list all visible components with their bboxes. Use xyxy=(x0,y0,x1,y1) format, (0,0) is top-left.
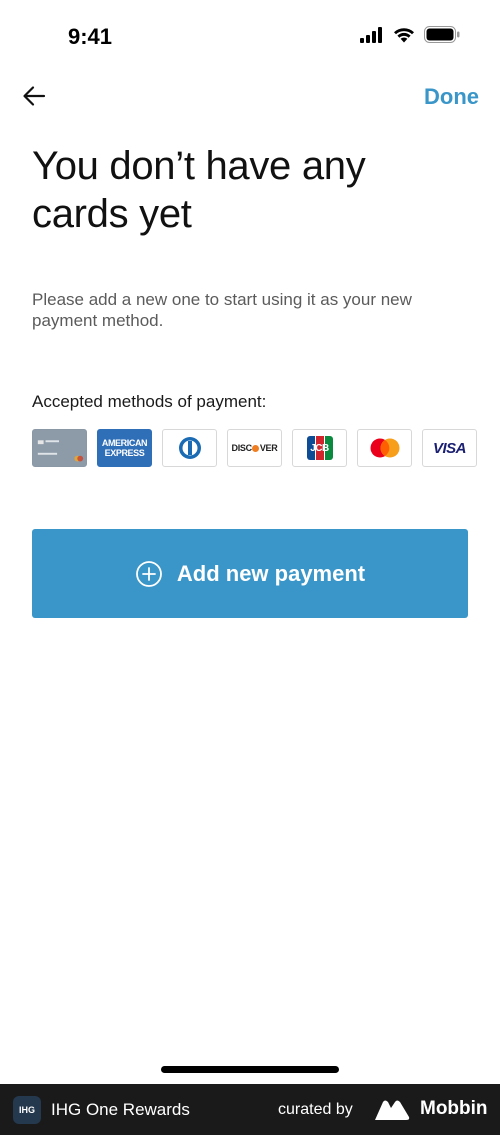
mobbin-logo-icon xyxy=(375,1100,410,1120)
discover-logo: DISC VER xyxy=(227,429,282,467)
status-icons xyxy=(360,26,460,43)
status-time: 9:41 xyxy=(68,24,113,49)
ihg-card-logo xyxy=(32,429,87,467)
visa-text: VISA xyxy=(432,439,467,457)
amex-text-line2: EXPRESS xyxy=(104,448,145,458)
plus-circle-icon xyxy=(135,560,162,587)
amex-logo: AMERICAN EXPRESS xyxy=(97,429,152,467)
wifi-icon xyxy=(394,27,414,42)
visa-logo: VISA xyxy=(422,429,477,467)
payment-methods-row: AMERICAN EXPRESS DISC VER JCB VISA xyxy=(32,429,477,467)
signal-icon xyxy=(360,26,382,43)
discover-dot xyxy=(252,444,260,452)
discover-text-tail: VER xyxy=(259,443,278,453)
subtitle: Please add a new one to start using it a… xyxy=(32,290,412,330)
battery-icon xyxy=(424,26,460,43)
add-new-payment-button[interactable]: Add new payment xyxy=(32,529,468,618)
app-icon: IHG xyxy=(13,1096,41,1124)
mobbin-brand-name: Mobbin xyxy=(420,1098,488,1119)
add-new-payment-label: Add new payment xyxy=(176,560,366,586)
app-name: IHG One Rewards xyxy=(51,1100,190,1119)
diners-club-logo xyxy=(162,429,217,467)
curated-by-text: curated by xyxy=(278,1101,353,1118)
amex-text-line1: AMERICAN xyxy=(101,438,148,448)
page-title: You don’t have any cards yet xyxy=(32,144,366,236)
jcb-text: JCB xyxy=(310,442,329,454)
done-button[interactable]: Done xyxy=(424,84,479,110)
accepted-methods-label: Accepted methods of payment: xyxy=(32,392,267,411)
home-indicator xyxy=(161,1066,339,1073)
mastercard-logo xyxy=(357,429,412,467)
discover-text: DISC xyxy=(231,443,253,453)
footer-bar: IHG IHG One Rewards curated by Mobbin xyxy=(0,1084,500,1135)
back-arrow-icon[interactable] xyxy=(20,82,48,110)
screen: 9:41 Done You don’t have any cards yet P… xyxy=(0,0,500,1135)
status-bar: 9:41 xyxy=(0,0,500,72)
jcb-logo: JCB xyxy=(292,429,347,467)
